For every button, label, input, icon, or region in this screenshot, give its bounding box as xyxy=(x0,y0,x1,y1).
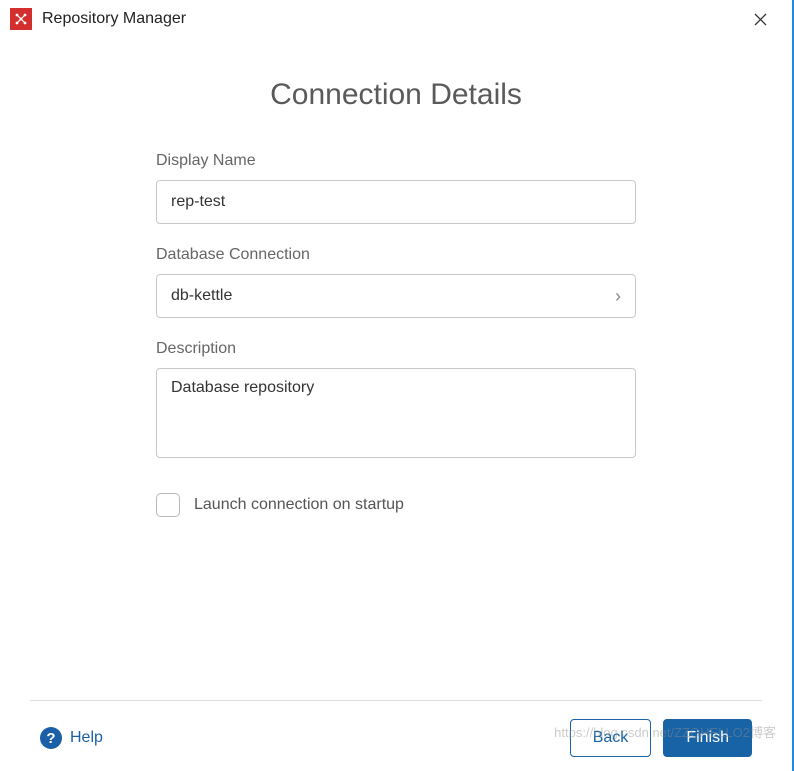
connection-form: Display Name Database Connection db-kett… xyxy=(156,152,636,517)
db-connection-select[interactable]: db-kettle › xyxy=(156,274,636,318)
page-title: Connection Details xyxy=(70,78,722,112)
help-label: Help xyxy=(70,729,103,747)
help-link[interactable]: ? Help xyxy=(40,727,103,749)
help-icon: ? xyxy=(40,727,62,749)
display-name-input[interactable] xyxy=(156,180,636,224)
db-connection-label: Database Connection xyxy=(156,246,636,264)
finish-label: Finish xyxy=(686,729,729,747)
close-button[interactable] xyxy=(740,5,780,33)
display-name-field: Display Name xyxy=(156,152,636,224)
titlebar: Repository Manager xyxy=(0,0,792,38)
launch-startup-row: Launch connection on startup xyxy=(156,493,636,517)
display-name-label: Display Name xyxy=(156,152,636,170)
db-connection-value: db-kettle xyxy=(171,287,232,305)
back-button[interactable]: Back xyxy=(570,719,652,757)
description-label: Description xyxy=(156,340,636,358)
finish-button[interactable]: Finish xyxy=(663,719,752,757)
description-input[interactable] xyxy=(156,368,636,458)
launch-startup-label: Launch connection on startup xyxy=(194,496,404,514)
description-field: Description xyxy=(156,340,636,463)
launch-startup-checkbox[interactable] xyxy=(156,493,180,517)
chevron-right-icon: › xyxy=(615,286,621,307)
app-icon xyxy=(10,8,32,30)
db-connection-field: Database Connection db-kettle › xyxy=(156,246,636,318)
window-title: Repository Manager xyxy=(42,10,186,28)
close-icon xyxy=(754,13,767,26)
back-label: Back xyxy=(593,729,629,747)
footer: ? Help Back Finish xyxy=(30,700,762,771)
